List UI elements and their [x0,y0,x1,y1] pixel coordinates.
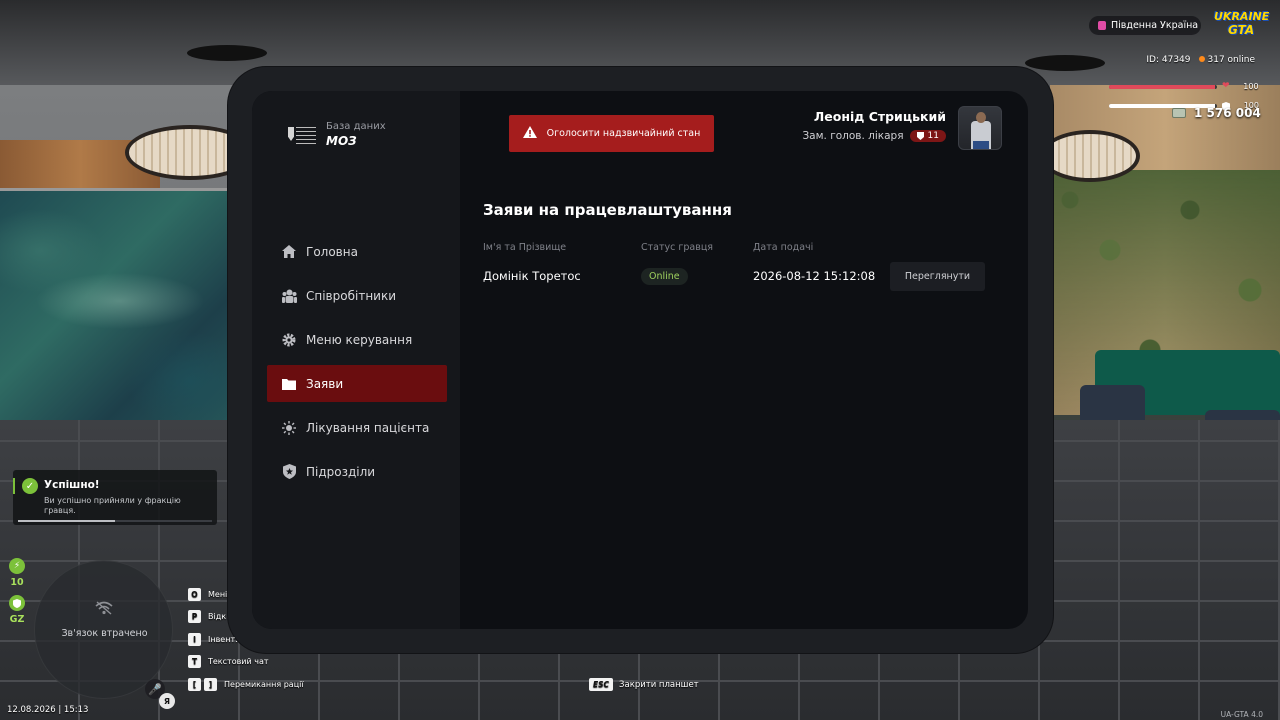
money-display: 1 576 004 [1172,106,1261,120]
page-title: Заяви на працевлаштування [483,201,732,219]
sidebar-item-label: Співробітники [306,288,397,303]
moz-logo: База даних МОЗ [288,121,386,149]
hotkey-item: I Інвент. [188,632,304,646]
voice-user-badge: Я [159,693,175,709]
hotkey-label: Перемикання рації [224,679,304,689]
version-label: UA-GTA 4.0 [1220,710,1263,719]
declare-emergency-button[interactable]: Оголосити надзвичайний стан [509,115,714,152]
logo-subtitle: База даних [326,121,386,132]
cash-icon [1172,108,1186,118]
sun-icon [281,420,297,436]
online-count: 317 online [1207,55,1256,65]
hotkey-item: [ ] Перемикання рації [188,677,304,691]
energy-stat: ⚡ 10 [8,558,26,588]
table-header: Ім'я та Прізвище Статус гравця Дата пода… [483,240,988,254]
sidebar-item-home[interactable]: Головна [267,233,447,270]
region-name: Південна Україна [1111,20,1199,31]
money-value: 1 576 004 [1194,106,1261,120]
user-role: Зам. голов. лікаря [802,130,904,142]
status-badge: Online [641,267,688,285]
table-row: Домінік Торетос Online 2026-08-12 15:12:… [483,258,988,294]
region-badge: Південна Україна [1089,16,1201,35]
sidebar-item-control-menu[interactable]: Меню керування [267,321,447,358]
game-logo: UKRAINE GTA [1214,10,1270,37]
hotkey-item: O Мені [188,588,304,601]
hotkey-key: O [188,588,201,601]
hotkey-item: T Текстовий чат [188,655,304,669]
sidebar-item-label: Лікування пацієнта [306,420,430,435]
heart-icon: ❤ [1222,81,1230,91]
applicant-name: Домінік Торетос [483,269,581,283]
health-bar: ❤ 100 [1109,82,1259,91]
column-header-name: Ім'я та Прізвище [483,241,567,253]
success-toast: ✓ Успішно! Ви успішно прийняли у фракцію… [13,470,217,525]
esc-key: ESC [589,678,614,691]
hotkey-label: Відк [208,612,227,622]
zone-label: GZ [9,614,25,625]
health-value: 100 [1243,82,1259,91]
close-tablet-label: Закрити планшет [619,679,699,690]
folder-icon [281,376,297,392]
column-header-status: Статус гравця [641,241,714,253]
rank-value: 11 [927,131,939,141]
toast-progress [18,520,212,522]
player-id-online: ID: 47349 317 online [1146,55,1255,65]
avatar [958,106,1002,150]
user-info: Леонід Стрицький Зам. голов. лікаря 11 [802,109,946,142]
home-icon [281,244,297,260]
sidebar-item-label: Меню керування [306,332,413,347]
submission-date: 2026-08-12 15:12:08 [753,269,876,283]
hotkey-key: T [188,655,201,669]
sidebar-item-applications[interactable]: Заяви [267,365,447,402]
lightning-icon: ⚡ [9,558,25,574]
ministry-emblem-icon [288,125,316,145]
check-icon: ✓ [22,478,38,494]
sidebar-item-label: Підрозділи [306,464,376,479]
hotkey-item: P Відк [188,610,304,624]
player-id: ID: 47349 [1146,55,1191,65]
view-application-button[interactable]: Переглянути [890,261,985,291]
hotkey-label: Інвент. [208,634,238,644]
user-name: Леонід Стрицький [813,109,946,124]
warning-icon [522,126,537,141]
sidebar-item-employees[interactable]: Співробітники [267,277,447,314]
gear-icon [281,332,297,348]
tablet-screen: База даних МОЗ Головна Співробітники Мен… [252,91,1028,629]
close-tablet-hint[interactable]: ESC Закрити планшет [589,678,699,691]
wall-mural [0,188,240,430]
energy-value: 10 [10,577,24,588]
sidebar-item-patient-treatment[interactable]: Лікування пацієнта [267,409,447,446]
hotkey-label: Мені [208,590,228,599]
no-signal-icon [94,601,114,617]
minimap: Зв'язок втрачено [34,560,173,699]
zone-stat: GZ [8,595,26,625]
region-icon [1098,21,1106,30]
hotkey-key: [ [188,677,201,691]
applications-panel: Заяви на працевлаштування Ім'я та Прізви… [483,201,1003,294]
toast-message: Ви успішно прийняли у фракцію гравця. [44,496,181,515]
date-time: 12.08.2026 | 15:13 [7,705,89,715]
applications-table: Ім'я та Прізвище Статус гравця Дата пода… [483,240,988,294]
chandelier-right [1040,130,1140,182]
shield-icon [281,464,297,480]
zone-shield-icon [9,595,25,611]
rank-icon [916,132,924,140]
hotkey-key: P [188,610,201,624]
sidebar-item-label: Заяви [306,376,344,391]
online-icon [1198,56,1205,62]
users-icon [281,288,297,304]
signal-lost-text: Зв'язок втрачено [61,628,148,639]
sidebar-item-label: Головна [306,244,358,259]
toast-title: Успішно! [44,479,100,491]
hotkey-key: ] [204,677,217,691]
sidebar-item-departments[interactable]: Підрозділи [267,453,447,490]
sidebar-nav: Головна Співробітники Меню керування Зая… [267,233,447,497]
rank-badge: 11 [909,130,946,142]
emergency-button-label: Оголосити надзвичайний стан [546,128,701,139]
hotkey-label: Текстовий чат [208,657,269,667]
column-header-date: Дата подачі [753,241,814,253]
logo-title: МОЗ [326,134,357,148]
hotkeys-list: O Мені P Відк I Інвент. T Текстовий чат … [188,588,304,700]
hotkey-key: I [188,632,201,646]
